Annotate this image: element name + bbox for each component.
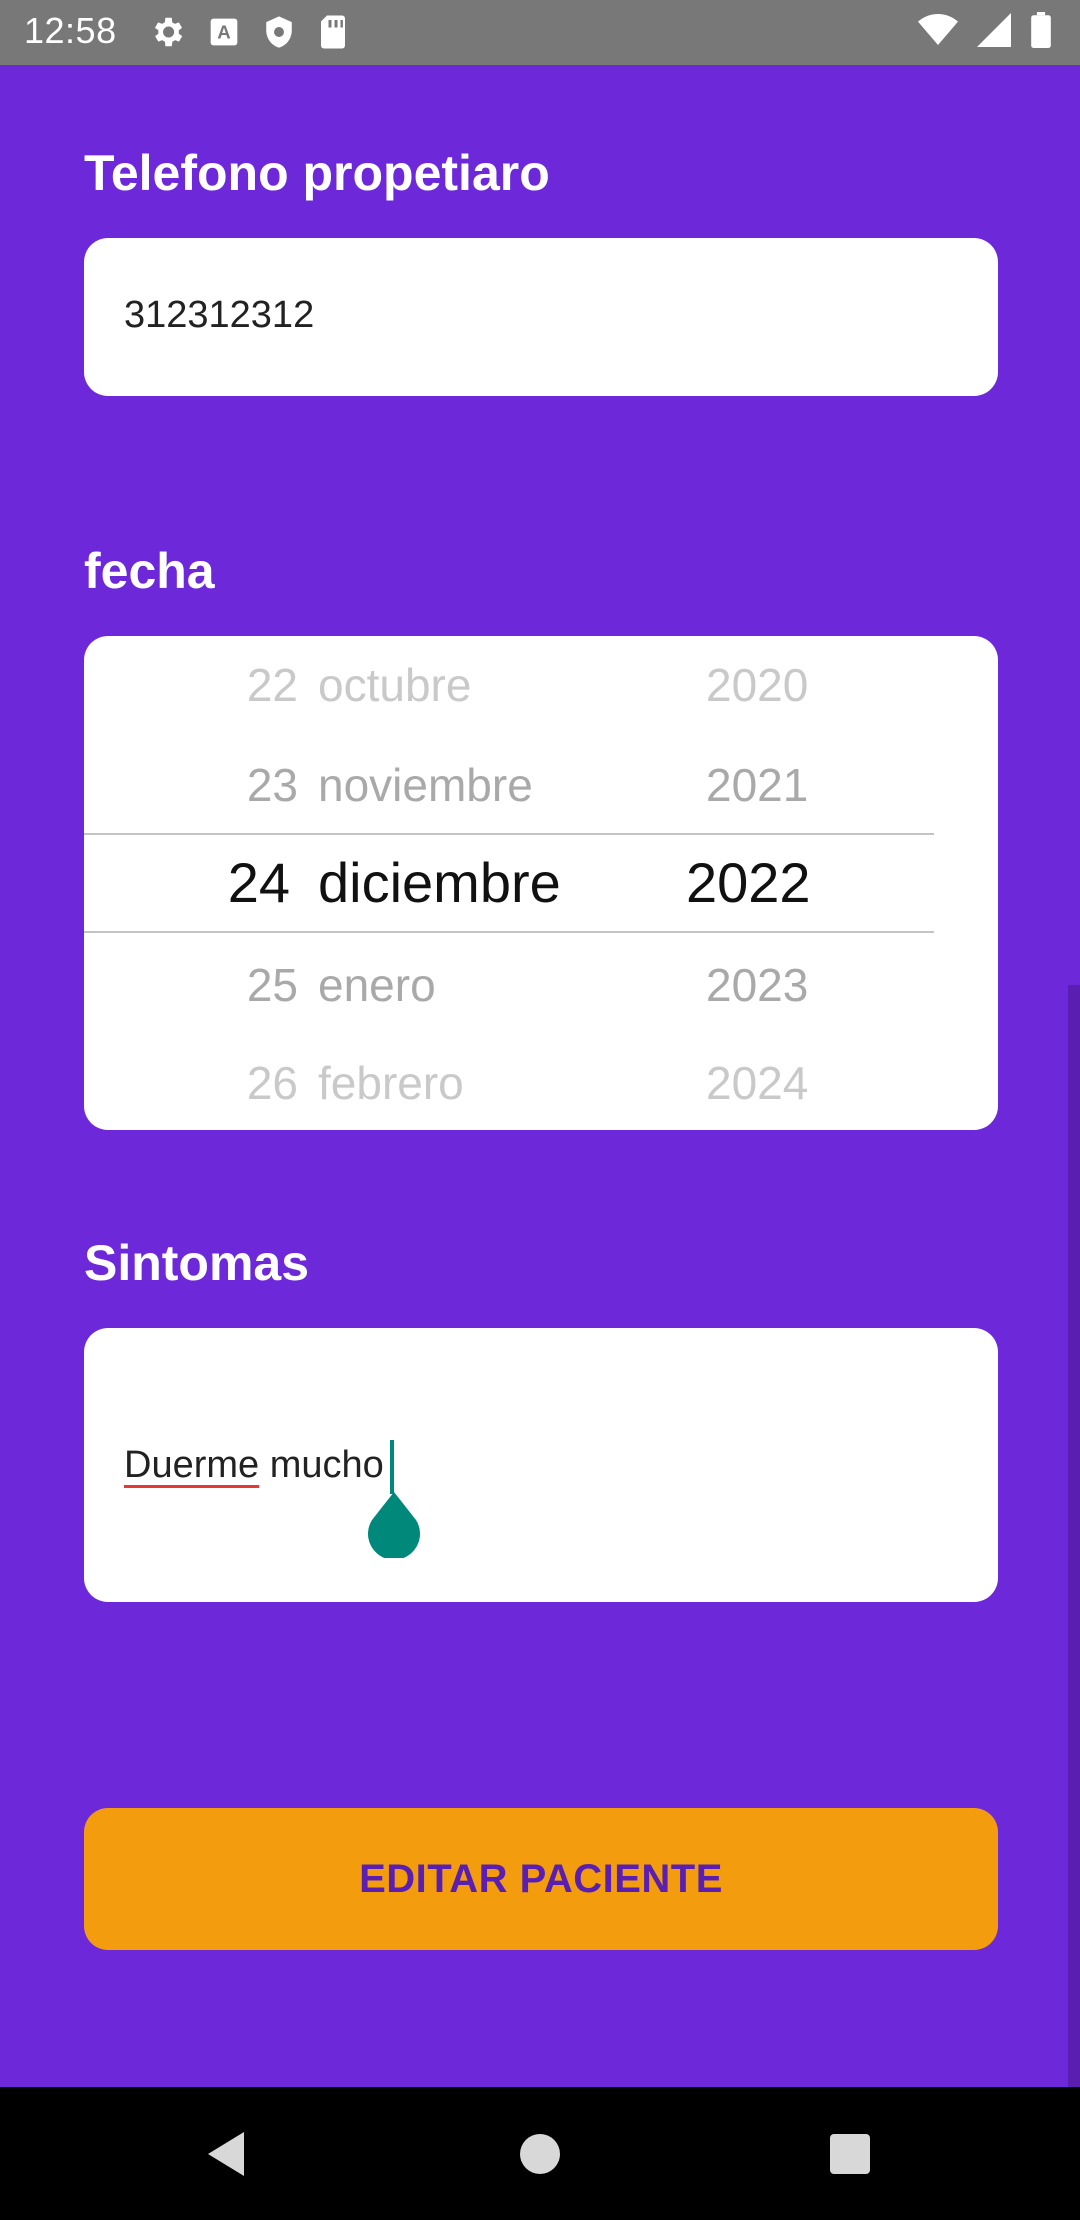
year-option[interactable]: 2024 xyxy=(706,1056,808,1110)
recents-icon xyxy=(830,2133,870,2174)
date-label: fecha xyxy=(84,543,215,599)
misspelled-word[interactable]: Duerme xyxy=(124,1444,259,1486)
navigation-bar xyxy=(0,2087,1080,2220)
owner-phone-value: 312312312 xyxy=(124,294,315,336)
day-option-selected[interactable]: 24 xyxy=(228,850,290,915)
day-option[interactable]: 23 xyxy=(247,758,298,812)
edit-patient-button[interactable]: EDITAR PACIENTE xyxy=(84,1808,998,1950)
picker-selection-top-line xyxy=(84,833,934,835)
symptoms-label: Sintomas xyxy=(84,1235,310,1291)
owner-phone-label: Telefono propetiaro xyxy=(84,145,550,201)
wifi-icon xyxy=(918,14,958,45)
home-icon xyxy=(520,2133,560,2174)
a-notification-icon: A xyxy=(210,18,238,46)
recents-button[interactable] xyxy=(780,2087,920,2220)
year-option[interactable]: 2021 xyxy=(706,758,808,812)
month-option[interactable]: octubre xyxy=(318,658,471,712)
signal-icon xyxy=(977,13,1011,47)
text-cursor xyxy=(390,1440,394,1494)
year-option-selected[interactable]: 2022 xyxy=(686,850,811,915)
status-time: 12:58 xyxy=(24,10,117,51)
year-option[interactable]: 2020 xyxy=(706,658,808,712)
sd-card-icon xyxy=(321,15,345,49)
owner-phone-input[interactable]: 312312312 xyxy=(84,238,998,396)
scrollbar[interactable] xyxy=(1068,985,1080,2087)
day-option[interactable]: 22 xyxy=(247,658,298,712)
month-option[interactable]: noviembre xyxy=(318,758,533,812)
home-button[interactable] xyxy=(470,2087,610,2220)
symptoms-input[interactable]: Duerme mucho xyxy=(84,1328,998,1602)
month-option-selected[interactable]: diciembre xyxy=(318,850,561,915)
picker-selection-bottom-line xyxy=(84,931,934,933)
settings-icon xyxy=(154,17,183,47)
date-picker[interactable]: 22 23 24 25 26 octubre noviembre diciemb… xyxy=(84,636,998,1130)
svg-text:A: A xyxy=(217,22,230,43)
back-button[interactable] xyxy=(156,2087,296,2220)
symptoms-value-rest: mucho xyxy=(259,1444,384,1486)
status-bar: 12:58 A xyxy=(0,0,1080,65)
day-option[interactable]: 26 xyxy=(247,1056,298,1110)
back-icon xyxy=(208,2131,244,2176)
shield-icon xyxy=(266,16,292,48)
month-option[interactable]: febrero xyxy=(318,1056,464,1110)
year-option[interactable]: 2023 xyxy=(706,958,808,1012)
cursor-handle-icon[interactable] xyxy=(366,1492,422,1558)
symptoms-value: Duerme mucho xyxy=(124,1444,384,1487)
month-option[interactable]: enero xyxy=(318,958,436,1012)
day-option[interactable]: 25 xyxy=(247,958,298,1012)
battery-icon xyxy=(1031,12,1051,48)
